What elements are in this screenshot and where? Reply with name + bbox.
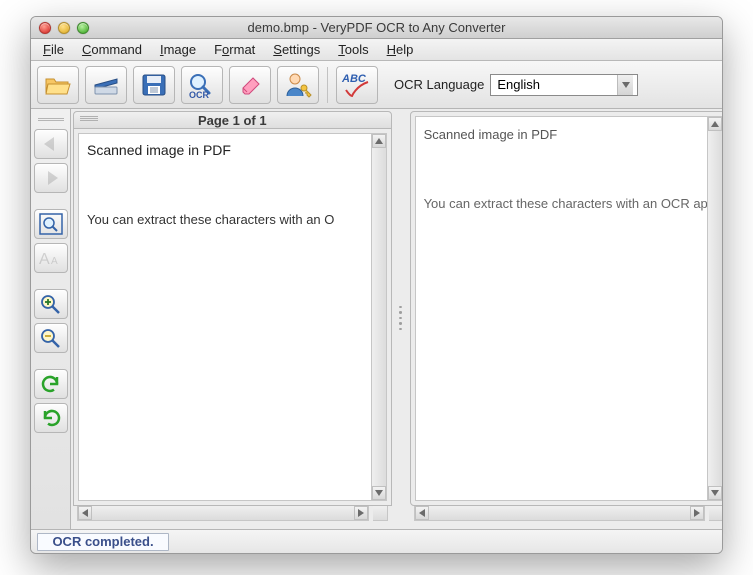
ocr-language-group: OCR Language English <box>394 74 638 96</box>
scanner-icon <box>92 73 120 97</box>
open-file-button[interactable] <box>37 66 79 104</box>
ocr-button[interactable]: OCR <box>181 66 223 104</box>
toolbar-separator <box>327 67 328 103</box>
image-line-1: Scanned image in PDF <box>87 142 363 158</box>
menu-file[interactable]: File <box>35 40 72 59</box>
prev-page-button[interactable] <box>34 129 68 159</box>
rotate-cw-icon <box>39 408 63 428</box>
image-hscrollbar[interactable] <box>77 506 369 521</box>
page-indicator: Page 1 of 1 <box>198 113 267 128</box>
user-key-button[interactable] <box>277 66 319 104</box>
scroll-corner <box>373 506 388 521</box>
rotate-ccw-icon <box>39 374 63 394</box>
zoom-in-button[interactable] <box>34 289 68 319</box>
ocr-text-label: OCR <box>189 90 210 99</box>
ocr-language-select[interactable]: English <box>490 74 638 96</box>
eraser-icon <box>237 74 263 96</box>
chevron-down-icon <box>617 75 633 95</box>
image-vscrollbar[interactable] <box>372 133 387 501</box>
save-button[interactable] <box>133 66 175 104</box>
scroll-down-icon[interactable] <box>372 486 386 500</box>
scroll-down-icon[interactable] <box>708 486 722 500</box>
scroll-left-icon[interactable] <box>415 506 429 520</box>
toolbar: OCR ABC OCR Language <box>31 61 722 109</box>
erase-button[interactable] <box>229 66 271 104</box>
body: A A <box>31 109 722 529</box>
menubar: File Command Image Format Settings Tools… <box>31 39 722 61</box>
scroll-right-icon[interactable] <box>354 506 368 520</box>
text-document[interactable]: Scanned image in PDF You can extract the… <box>415 116 709 501</box>
ocr-language-value: English <box>497 77 540 92</box>
menu-settings[interactable]: Settings <box>265 40 328 59</box>
titlebar: demo.bmp - VeryPDF OCR to Any Converter <box>31 17 722 39</box>
arrow-left-icon <box>40 135 62 153</box>
rotate-right-button[interactable] <box>34 403 68 433</box>
zoom-in-icon <box>39 293 63 315</box>
menu-tools[interactable]: Tools <box>330 40 376 59</box>
font-size-icon: A A <box>39 248 63 268</box>
zoom-out-icon <box>39 327 63 349</box>
user-key-icon <box>284 72 312 98</box>
text-pane-body: Scanned image in PDF You can extract the… <box>410 111 723 506</box>
fit-icon <box>39 213 63 235</box>
svg-text:A: A <box>39 251 50 268</box>
text-line-1: Scanned image in PDF <box>424 125 700 142</box>
statusbar: OCR completed. <box>31 529 722 553</box>
svg-text:A: A <box>51 256 58 267</box>
floppy-disk-icon <box>141 73 167 97</box>
menu-image[interactable]: Image <box>152 40 204 59</box>
scroll-right-icon[interactable] <box>690 506 704 520</box>
text-size-button[interactable]: A A <box>34 243 68 273</box>
status-message: OCR completed. <box>37 533 169 551</box>
image-pane-header: Page 1 of 1 <box>73 111 392 129</box>
side-gripper <box>34 115 68 123</box>
app-window: demo.bmp - VeryPDF OCR to Any Converter … <box>30 16 723 554</box>
next-page-button[interactable] <box>34 163 68 193</box>
scroll-up-icon[interactable] <box>708 117 722 131</box>
abc-check-icon: ABC <box>340 70 374 100</box>
scroll-left-icon[interactable] <box>78 506 92 520</box>
image-line-2: You can extract these characters with an… <box>87 212 363 227</box>
text-hscrollbar[interactable] <box>414 506 706 521</box>
scroll-up-icon[interactable] <box>372 134 386 148</box>
ocr-language-label: OCR Language <box>394 77 484 92</box>
image-pane-body: Scanned image in PDF You can extract the… <box>73 129 392 506</box>
spellcheck-button[interactable]: ABC <box>336 66 378 104</box>
pane-splitter[interactable] <box>398 111 404 525</box>
magnifier-ocr-icon: OCR <box>187 71 217 99</box>
text-line-2: You can extract these characters with an… <box>424 196 700 211</box>
text-vscrollbar[interactable] <box>708 116 723 501</box>
scroll-corner <box>709 506 723 521</box>
menu-command[interactable]: Command <box>74 40 150 59</box>
side-toolbar: A A <box>31 109 71 529</box>
rotate-left-button[interactable] <box>34 369 68 399</box>
scan-button[interactable] <box>85 66 127 104</box>
arrow-right-icon <box>40 169 62 187</box>
text-pane: Scanned image in PDF You can extract the… <box>410 111 723 525</box>
menu-help[interactable]: Help <box>379 40 422 59</box>
fit-page-button[interactable] <box>34 209 68 239</box>
image-pane: Page 1 of 1 Scanned image in PDF You can… <box>73 111 392 525</box>
panes: Page 1 of 1 Scanned image in PDF You can… <box>71 109 723 529</box>
zoom-out-button[interactable] <box>34 323 68 353</box>
menu-format[interactable]: Format <box>206 40 263 59</box>
folder-open-icon <box>44 73 72 97</box>
window-title: demo.bmp - VeryPDF OCR to Any Converter <box>31 20 722 35</box>
image-document[interactable]: Scanned image in PDF You can extract the… <box>78 133 372 501</box>
